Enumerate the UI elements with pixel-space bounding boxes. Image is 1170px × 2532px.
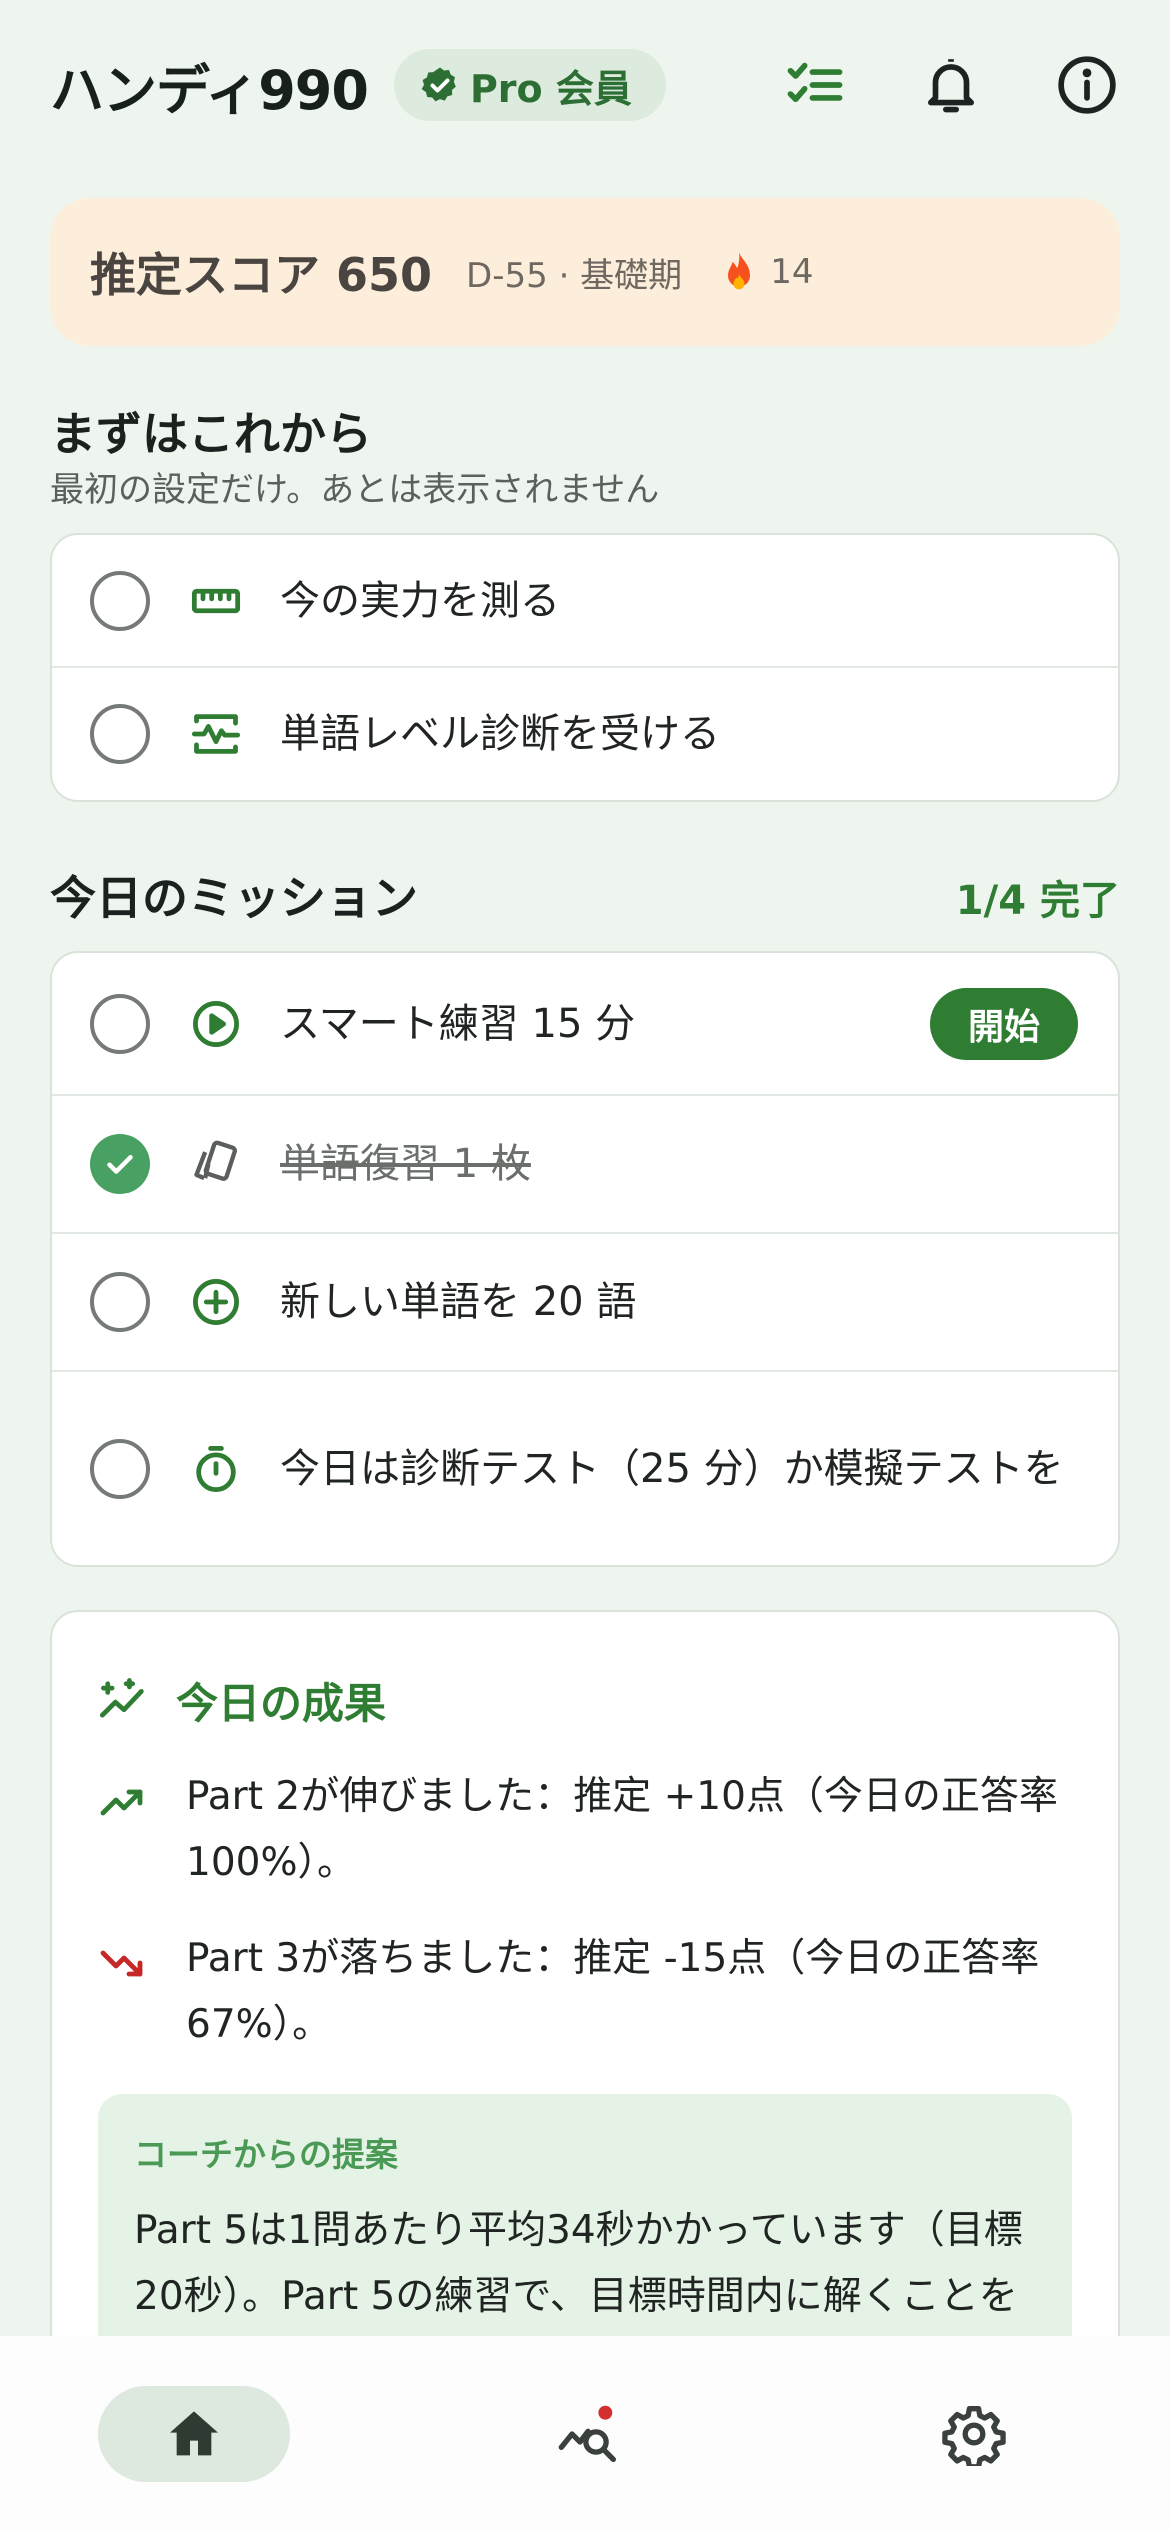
mission-vocab-review[interactable]: 単語復習 1 枚 xyxy=(52,1096,1118,1234)
checkbox[interactable] xyxy=(90,1272,150,1332)
analytics-search-icon xyxy=(558,2405,616,2462)
onboarding-item-measure[interactable]: 今の実力を測る xyxy=(52,535,1118,668)
checkbox[interactable] xyxy=(90,704,150,764)
flame-icon xyxy=(728,251,751,290)
diagnosis-chart-icon xyxy=(191,714,241,754)
coach-suggestion: コーチからの提案 Part 5は1問あたり平均34秒かかっています（目標20秒）… xyxy=(98,2094,1072,2368)
results-title: 今日の成果 xyxy=(176,1678,387,1728)
nav-settings[interactable] xyxy=(926,2386,1022,2482)
timer-icon xyxy=(196,1445,236,1492)
nav-home[interactable] xyxy=(98,2386,290,2482)
checkbox[interactable] xyxy=(90,993,150,1054)
missions-list: スマート練習 15 分 開始 単語復習 1 枚 新しい単語を 20 語 今日は診… xyxy=(50,951,1120,1567)
mission-label: 単語復習 1 枚 xyxy=(280,1141,531,1187)
bottom-navigation xyxy=(0,2336,1170,2532)
result-text: Part 3が落ちました：推定 -15点（今日の正答率67%）。 xyxy=(186,1936,1040,2047)
result-text: Part 2が伸びました：推定 +10点（今日の正答率100%）。 xyxy=(186,1774,1058,1885)
start-button[interactable]: 開始 xyxy=(929,987,1078,1060)
trending-down-icon xyxy=(100,1950,143,1977)
mission-label: スマート練習 15 分 xyxy=(280,1000,636,1047)
mission-new-words[interactable]: 新しい単語を 20 語 xyxy=(52,1234,1118,1372)
home-icon xyxy=(170,2411,218,2456)
onboarding-title: まずはこれから xyxy=(50,407,372,461)
result-item-down: Part 3が落ちました：推定 -15点（今日の正答率67%）。 xyxy=(98,1926,1072,2058)
missions-title: 今日のミッション xyxy=(50,871,418,925)
checklist-button[interactable] xyxy=(782,52,848,118)
result-item-up: Part 2が伸びました：推定 +10点（今日の正答率100%）。 xyxy=(98,1764,1072,1896)
score-summary-card[interactable]: 推定スコア 650 D-55 · 基礎期 14 xyxy=(50,198,1120,346)
app-header: ハンディ990 Pro 会員 xyxy=(0,0,1170,170)
verified-badge-icon xyxy=(421,67,456,102)
play-circle-icon xyxy=(193,1000,239,1047)
pro-member-badge[interactable]: Pro 会員 xyxy=(393,49,666,121)
trending-up-icon xyxy=(100,1789,143,1816)
coach-label: コーチからの提案 xyxy=(134,2135,398,2174)
notifications-button[interactable] xyxy=(918,52,984,118)
checkbox[interactable] xyxy=(90,1438,150,1499)
estimated-score: 推定スコア 650 xyxy=(90,248,433,302)
onboarding-item-label: 単語レベル診断を受ける xyxy=(280,711,720,757)
onboarding-list: 今の実力を測る 単語レベル診断を受ける xyxy=(50,533,1120,802)
app-title: ハンディ990 xyxy=(50,58,369,122)
mission-label: 今日は診断テスト（25 分）か模擬テストを xyxy=(280,1445,1064,1492)
nav-analytics[interactable] xyxy=(540,2386,636,2482)
onboarding-item-vocab-diagnosis[interactable]: 単語レベル診断を受ける xyxy=(52,668,1118,800)
info-button[interactable] xyxy=(1054,52,1120,118)
mission-diagnosis-test[interactable]: 今日は診断テスト（25 分）か模擬テストを xyxy=(52,1372,1118,1565)
onboarding-item-label: 今の実力を測る xyxy=(280,577,560,624)
score-meta: D-55 · 基礎期 xyxy=(466,255,683,296)
check-icon xyxy=(107,1155,133,1174)
info-icon xyxy=(1058,56,1116,114)
onboarding-subtitle: 最初の設定だけ。あとは表示されません xyxy=(50,470,660,510)
mission-label: 新しい単語を 20 語 xyxy=(280,1279,637,1325)
ruler-icon xyxy=(191,588,241,613)
checkbox-checked[interactable] xyxy=(90,1134,150,1194)
cards-icon xyxy=(194,1140,237,1181)
mission-smart-practice[interactable]: スマート練習 15 分 開始 xyxy=(52,953,1118,1096)
sparkle-trend-icon xyxy=(99,1678,144,1718)
streak-count: 14 xyxy=(770,252,814,292)
missions-progress: 1/4 完了 xyxy=(955,878,1120,924)
checkbox[interactable] xyxy=(90,570,150,631)
settings-gear-icon xyxy=(942,2406,1006,2466)
streak-counter: 14 xyxy=(720,250,813,294)
checklist-icon xyxy=(787,62,843,103)
bell-icon xyxy=(928,59,974,113)
today-results-card: 今日の成果 Part 2が伸びました：推定 +10点（今日の正答率100%）。 … xyxy=(50,1610,1120,2370)
pro-badge-label: Pro 会員 xyxy=(469,66,632,111)
add-circle-icon xyxy=(193,1279,239,1325)
